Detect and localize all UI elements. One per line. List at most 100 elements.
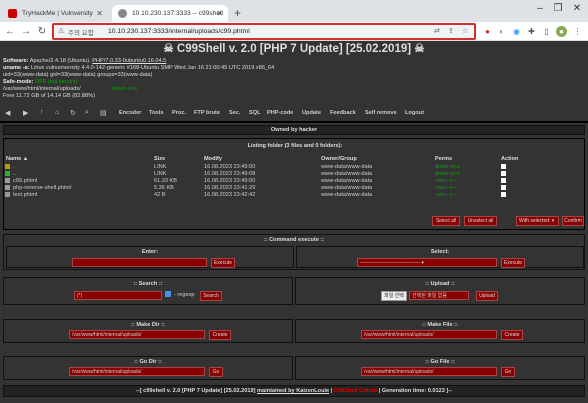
buffer-icon[interactable]: ▤ [100, 109, 107, 117]
go-dir-button[interactable]: Go [209, 367, 223, 377]
close-tab-icon[interactable]: ✕ [216, 5, 223, 22]
reload-icon[interactable]: ↻ [36, 25, 48, 38]
puzzle-icon[interactable]: ✚ [526, 26, 537, 37]
search-icon[interactable]: ⌕ [85, 109, 89, 117]
shell-toolbar: ◀ ▶ ↑ ⌂ ↻ ⌕ ▤ Encoder Tools Proc. FTP br… [3, 109, 583, 118]
search-button[interactable]: Search [200, 291, 222, 301]
col-perms-header[interactable]: Perms [435, 156, 452, 162]
command-execute-panel: :: Command execute :: Enter: Execute Sel… [3, 234, 585, 270]
choose-file-button[interactable]: 파일 선택 [381, 291, 407, 301]
file-name[interactable]: c99.phtml [13, 178, 37, 185]
row-checkbox[interactable] [501, 185, 506, 190]
security-label[interactable]: 주의 요함 [68, 27, 94, 37]
make-dir-input[interactable]: /var/www/html/internal/uploads/ [69, 330, 205, 339]
maintained-link[interactable]: maintained by KaizenLouie [257, 388, 329, 394]
bookmark-star-icon[interactable]: ☆ [462, 27, 468, 35]
row-checkbox[interactable] [501, 192, 506, 197]
col-modify-header[interactable]: Modify [204, 156, 222, 162]
home-icon[interactable]: ⌂ [55, 109, 59, 116]
table-row: test.phtml 42 B 16.08.2023 23:42:42 www-… [4, 192, 586, 199]
go-file-button[interactable]: Go [501, 367, 515, 377]
close-tab-icon[interactable]: ✕ [96, 5, 103, 22]
refresh-icon[interactable]: ↻ [70, 109, 76, 117]
go-file-input[interactable]: /var/www/html/internal/uploads/ [361, 367, 497, 376]
command-select[interactable]: ------------------------------------ ▾ [357, 258, 497, 267]
col-owner-header[interactable]: Owner/Group [321, 156, 357, 162]
sidebar-icon[interactable]: ▯ [541, 26, 552, 37]
page-title: ☠ C99Shell v. 2.0 [PHP 7 Update] [25.02.… [163, 43, 425, 55]
warning-icon[interactable]: ⚠ [58, 27, 64, 35]
extension-icon[interactable]: ● [482, 26, 493, 37]
link-sql[interactable]: SQL [249, 110, 261, 116]
link-update[interactable]: Update [302, 110, 321, 116]
command-select-box: Select: --------------------------------… [296, 246, 584, 268]
path-link[interactable]: /var/www/html/internal/uploads/ [3, 86, 81, 92]
confirm-button[interactable]: Confirm [562, 216, 584, 226]
uid-line: uid=33(www-data) gid=33(www-data) groups… [3, 72, 153, 78]
back-icon[interactable]: ◀ [5, 109, 10, 117]
safe-mode-line: Safe-mode: OFF (not secure) [3, 79, 78, 85]
folder-icon [5, 164, 10, 169]
link-proc[interactable]: Proc. [172, 110, 186, 116]
link-feedback[interactable]: Feedback [330, 110, 356, 116]
make-file-box: :: Make File :: /var/www/html/internal/u… [295, 319, 585, 343]
go-dir-input[interactable]: /var/www/html/internal/uploads/ [69, 367, 205, 376]
file-name[interactable]: php-reverse-shell.phtml [13, 185, 71, 192]
row-checkbox[interactable] [501, 171, 506, 176]
go-dir-box: :: Go Dir :: /var/www/html/internal/uplo… [3, 356, 293, 380]
back-icon[interactable]: ← [4, 25, 16, 38]
file-listing-panel: Listing folder (3 files and 0 folders): … [3, 138, 585, 230]
forward-icon[interactable]: ▶ [23, 109, 28, 117]
profile-avatar-icon[interactable]: ● [556, 26, 567, 37]
maximize-icon[interactable]: ❐ [550, 3, 566, 14]
menu-dots-icon[interactable]: ⋮ [572, 26, 583, 37]
regexp-checkbox[interactable] [165, 291, 171, 297]
uname-line: uname -a: Linux vulnuniversity 4.4.0-142… [3, 65, 275, 71]
file-name[interactable]: test.phtml [13, 192, 37, 199]
path-line: /var/www/html/internal/uploads/ drwxr-xr… [3, 86, 138, 92]
github-link[interactable]: C99Shell Github [334, 388, 377, 394]
create-file-button[interactable]: Create [501, 330, 523, 340]
up-icon[interactable]: ↑ [40, 109, 44, 116]
forward-icon[interactable]: → [20, 25, 32, 38]
extension-icon[interactable]: ◉ [511, 26, 522, 37]
link-ftp-brute[interactable]: FTP brute [194, 110, 220, 116]
select-all-button[interactable]: Select all [432, 216, 460, 226]
link-self-remove[interactable]: Self remove [365, 110, 397, 116]
server-info: Software: Apache/2.4.18 (Ubuntu). PHP/7.… [3, 58, 583, 100]
execute-button[interactable]: Execute [211, 258, 235, 268]
with-selected-select[interactable]: With selected: ▾ [516, 216, 559, 226]
command-input[interactable] [72, 258, 207, 267]
link-encoder[interactable]: Encoder [119, 110, 141, 116]
row-checkbox[interactable] [501, 164, 506, 169]
table-row: . LINK 16.08.2023 23:49:00 www-data/www-… [4, 164, 586, 171]
col-name-header[interactable]: Name ▲ [6, 156, 28, 162]
unselect-all-button[interactable]: Unselect all [464, 216, 497, 226]
share-icon[interactable]: ⇪ [448, 27, 454, 35]
skull-icon: ☠ [414, 43, 425, 55]
extension-icon[interactable]: ◐ [496, 26, 507, 37]
file-name[interactable]: .. [13, 171, 16, 178]
link-tools[interactable]: Tools [149, 110, 164, 116]
tab-c99shell[interactable]: 10.10.230.137:3333 -- c99shell ✕ [112, 5, 228, 22]
file-name[interactable]: . [13, 164, 15, 171]
col-size-header[interactable]: Size [154, 156, 165, 162]
php-version-link[interactable]: PHP/7.0.33-0ubuntu0.16.04.5 [92, 58, 166, 64]
search-input[interactable]: (*) [74, 291, 162, 300]
link-php-code[interactable]: PHP-code [267, 110, 293, 116]
upload-button[interactable]: Upload [476, 291, 498, 301]
url-text[interactable]: 10.10.230.137:3333/internal/uploads/c99.… [108, 28, 250, 35]
execute-button[interactable]: Execute [501, 258, 525, 268]
minimize-icon[interactable]: – [532, 3, 548, 14]
close-window-icon[interactable]: ✕ [569, 3, 585, 14]
row-checkbox[interactable] [501, 178, 506, 183]
create-dir-button[interactable]: Create [209, 330, 231, 340]
tab-tryhackme[interactable]: TryHackMe | Vulnversity ✕ [2, 5, 108, 22]
translate-icon[interactable]: ⇄ [434, 27, 440, 35]
new-tab-icon[interactable]: + [234, 6, 241, 20]
address-bar[interactable]: ⚠ 주의 요함 10.10.230.137:3333/internal/uplo… [52, 23, 476, 40]
make-file-input[interactable]: /var/www/html/internal/uploads/ [361, 330, 497, 339]
link-logout[interactable]: Logout [405, 110, 424, 116]
link-sec[interactable]: Sec. [229, 110, 241, 116]
upload-box: :: Upload :: 파일 선택 선택된 파일 없음 Upload [295, 277, 585, 305]
